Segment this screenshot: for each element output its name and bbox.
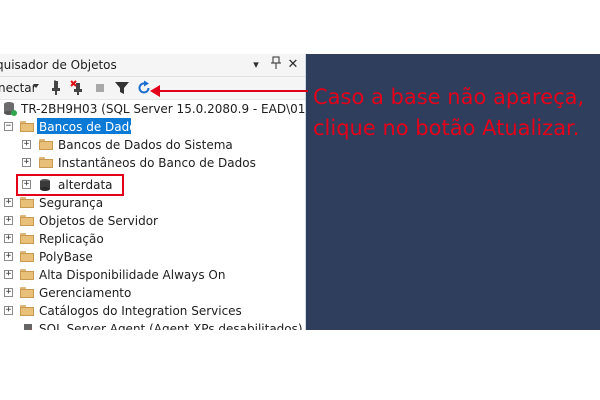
tree-item-label: Catálogos do Integration Services — [39, 304, 242, 318]
arrow-left-icon — [150, 85, 160, 97]
collapse-icon[interactable]: − — [4, 122, 13, 131]
tree-item-sql-agent[interactable]: SQL Server Agent (Agent XPs desabilitado… — [0, 320, 305, 330]
folder-icon — [20, 197, 34, 208]
expand-icon[interactable]: + — [22, 158, 31, 167]
folder-icon — [20, 215, 34, 226]
folder-icon — [20, 287, 34, 298]
annotation-arrow-line — [158, 90, 308, 92]
connect-icon[interactable] — [48, 80, 64, 96]
folder-icon — [20, 121, 34, 132]
tree-item-label: Segurança — [39, 196, 104, 210]
expand-icon[interactable]: + — [22, 140, 31, 149]
tree-item-label: Gerenciamento — [39, 286, 132, 300]
sql-agent-icon — [22, 323, 34, 330]
folder-icon — [20, 251, 34, 262]
folder-icon — [39, 157, 53, 168]
tree-item-databases[interactable]: − Bancos de Dados — [0, 118, 305, 136]
expand-icon[interactable]: + — [4, 198, 13, 207]
server-label: TR-2BH9H03 (SQL Server 15.0.2080.9 - EAD… — [21, 102, 305, 116]
pin-icon[interactable] — [268, 56, 284, 73]
screenshot-stage: quisador de Objetos ▾ ✕ nectar TR-2BH9H0… — [0, 0, 600, 400]
database-server-icon — [3, 101, 17, 117]
tree-item-integration-services[interactable]: + Catálogos do Integration Services — [0, 302, 305, 320]
databases-folder-label: Bancos de Dados — [39, 120, 143, 134]
tree-item-label: Instantâneos do Banco de Dados — [58, 156, 256, 170]
folder-icon — [20, 233, 34, 244]
tree-item-label: Objetos de Servidor — [39, 214, 158, 228]
tree-item-always-on[interactable]: + Alta Disponibilidade Always On — [0, 266, 305, 284]
expand-icon[interactable]: + — [4, 288, 13, 297]
tree-item-database-snapshots[interactable]: + Instantâneos do Banco de Dados — [0, 154, 305, 172]
tree-item-label: PolyBase — [39, 250, 93, 264]
annotation-callout: Caso a base não apareça, clique no botão… — [313, 82, 598, 144]
tree-item-security[interactable]: + Segurança — [0, 194, 305, 212]
window-position-dropdown-icon[interactable]: ▾ — [248, 56, 264, 73]
object-explorer-title: quisador de Objetos — [0, 58, 117, 72]
callout-line-2: clique no botão Atualizar. — [313, 116, 580, 140]
expand-icon[interactable]: + — [4, 306, 13, 315]
tree-item-label: SQL Server Agent (Agent XPs desabilitado… — [39, 322, 303, 330]
expand-icon[interactable]: + — [4, 216, 13, 225]
folder-icon — [20, 269, 34, 280]
tree-item-label: Bancos de Dados do Sistema — [58, 138, 233, 152]
connect-button[interactable]: nectar — [0, 81, 37, 95]
folder-icon — [20, 305, 34, 316]
tree-item-replication[interactable]: + Replicação — [0, 230, 305, 248]
tree-item-label: Replicação — [39, 232, 104, 246]
tree-item-system-databases[interactable]: + Bancos de Dados do Sistema — [0, 136, 305, 154]
expand-icon[interactable]: + — [4, 270, 13, 279]
object-tree: TR-2BH9H03 (SQL Server 15.0.2080.9 - EAD… — [0, 100, 305, 330]
expand-icon[interactable]: + — [4, 252, 13, 261]
filter-icon[interactable] — [114, 80, 130, 96]
tree-item-server[interactable]: TR-2BH9H03 (SQL Server 15.0.2080.9 - EAD… — [0, 100, 305, 118]
tree-item-management[interactable]: + Gerenciamento — [0, 284, 305, 302]
tree-item-polybase[interactable]: + PolyBase — [0, 248, 305, 266]
connect-dropdown-icon[interactable] — [33, 84, 39, 88]
tree-item-label: Alta Disponibilidade Always On — [39, 268, 226, 282]
object-explorer-titlebar: quisador de Objetos ▾ ✕ — [0, 54, 305, 77]
folder-icon — [39, 139, 53, 150]
annotation-highlight-box — [16, 174, 124, 196]
expand-icon[interactable]: + — [4, 234, 13, 243]
tree-item-server-objects[interactable]: + Objetos de Servidor — [0, 212, 305, 230]
callout-line-1: Caso a base não apareça, — [313, 85, 585, 109]
close-icon[interactable]: ✕ — [285, 56, 301, 73]
stop-icon — [92, 80, 108, 96]
disconnect-icon[interactable] — [70, 80, 86, 96]
